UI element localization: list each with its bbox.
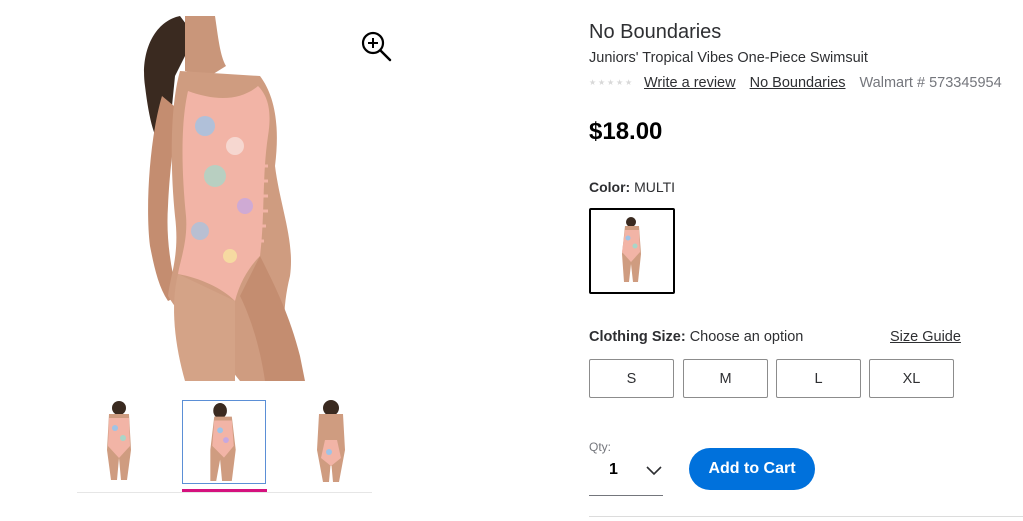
model-photo [144, 16, 305, 381]
size-option-l[interactable]: L [776, 359, 861, 398]
size-option-m[interactable]: M [683, 359, 768, 398]
selected-thumbnail-indicator [182, 489, 267, 492]
thumbnail-image [210, 402, 236, 482]
thumbnail-front[interactable] [77, 400, 161, 484]
star-icon: ★ [616, 78, 624, 87]
star-icon: ★ [589, 78, 597, 87]
product-page: No Boundaries Juniors' Tropical Vibes On… [0, 0, 1023, 521]
write-review-link[interactable]: Write a review [644, 75, 736, 91]
size-option-xl[interactable]: XL [869, 359, 954, 398]
thumbnail-image [317, 400, 345, 482]
product-brand: No Boundaries [589, 21, 722, 43]
thumbnail-image [107, 401, 131, 480]
product-title: Juniors' Tropical Vibes One-Piece Swimsu… [589, 50, 868, 66]
product-meta-row: ★ ★ ★ ★ ★ Write a review No Boundaries W… [589, 74, 1002, 92]
section-divider [589, 516, 1023, 517]
thumbnail-side[interactable] [182, 400, 266, 484]
color-label-title: Color: [589, 179, 631, 195]
add-to-cart-button[interactable]: Add to Cart [689, 448, 815, 490]
chevron-down-icon [646, 466, 662, 476]
size-label: Clothing Size: Choose an option [589, 329, 803, 345]
main-product-image[interactable] [140, 16, 330, 381]
size-guide-link[interactable]: Size Guide [890, 329, 961, 345]
size-prompt: Choose an option [689, 329, 804, 345]
zoom-button[interactable] [360, 30, 392, 62]
star-icon: ★ [607, 78, 615, 87]
product-price: $18.00 [589, 118, 663, 145]
zoom-in-icon [361, 31, 392, 62]
star-icon: ★ [625, 78, 633, 87]
size-option-s[interactable]: S [589, 359, 674, 398]
star-icon: ★ [598, 78, 606, 87]
swatch-image [622, 217, 641, 282]
thumbnail-strip [77, 400, 372, 493]
color-swatch-multi[interactable] [589, 208, 675, 294]
thumbnail-back[interactable] [289, 400, 373, 484]
rating-stars: ★ ★ ★ ★ ★ [589, 79, 633, 87]
brand-link[interactable]: No Boundaries [750, 75, 846, 91]
color-value: MULTI [634, 179, 676, 195]
walmart-item-number: Walmart # 573345954 [859, 75, 1002, 91]
color-label: Color: MULTI [589, 179, 675, 195]
quantity-label: Qty: [589, 440, 612, 454]
quantity-value: 1 [609, 461, 618, 478]
size-label-title: Clothing Size: [589, 329, 686, 345]
quantity-select[interactable]: 1 [589, 456, 663, 496]
